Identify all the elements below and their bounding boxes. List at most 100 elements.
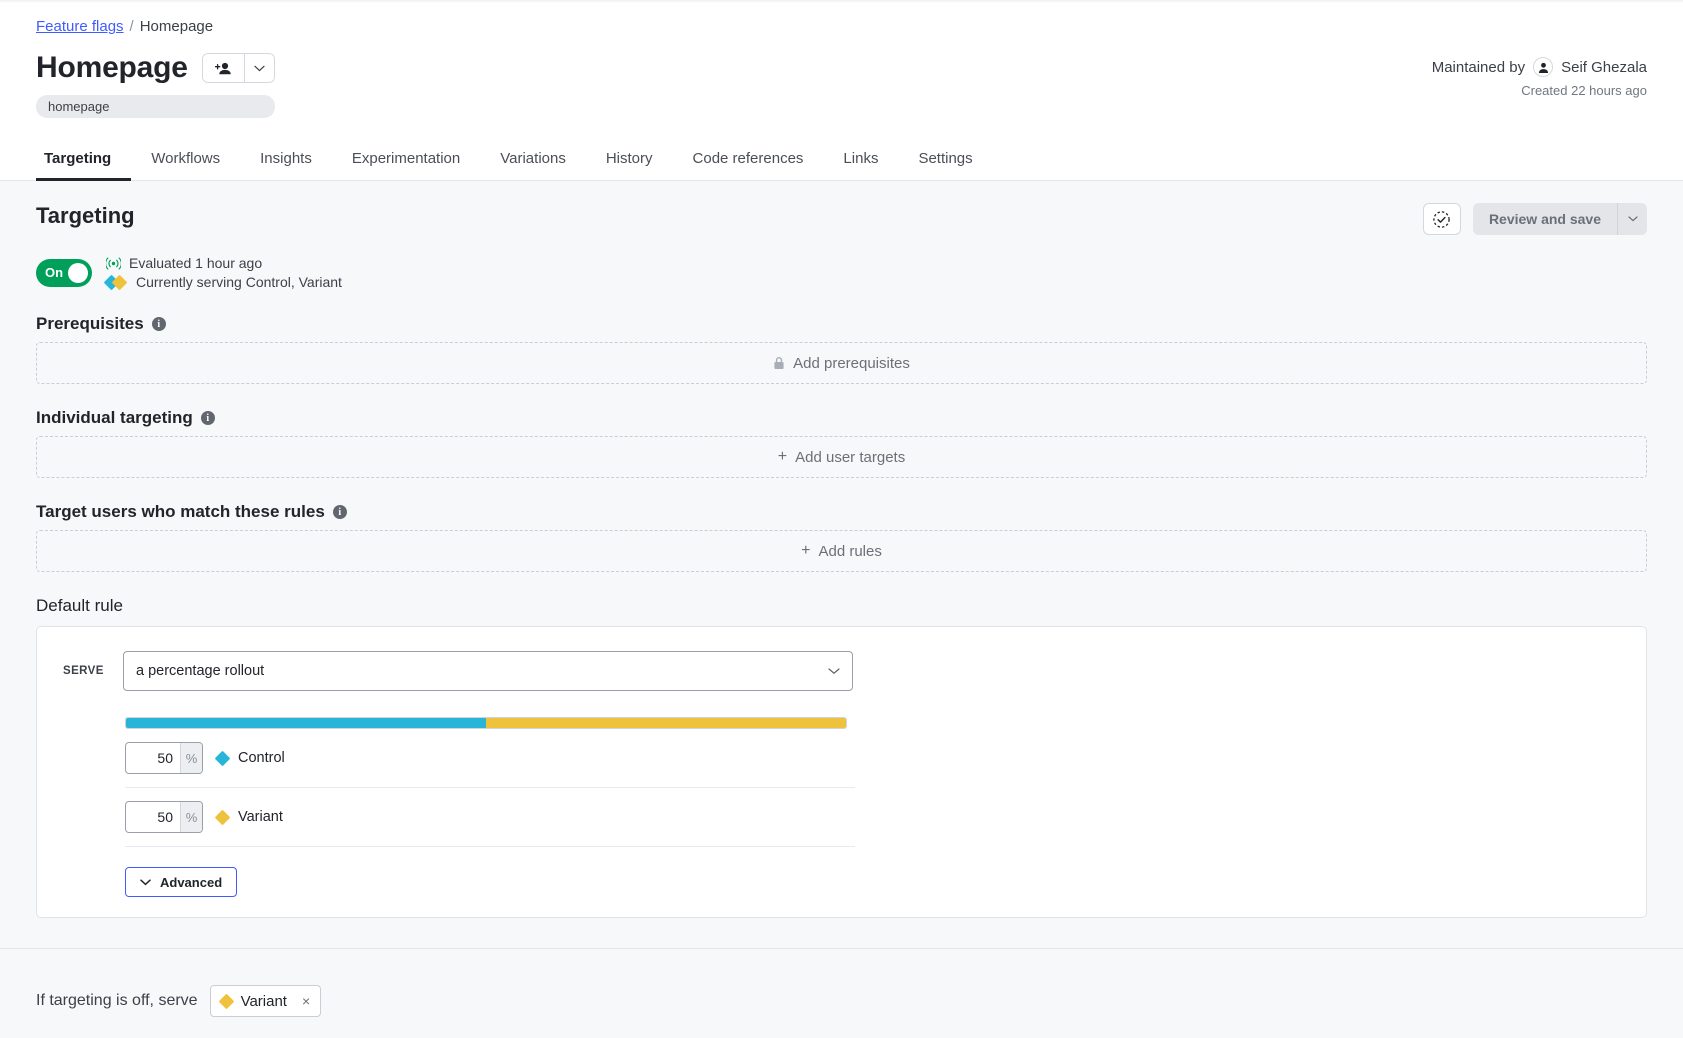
breadcrumb-link-feature-flags[interactable]: Feature flags [36, 18, 124, 35]
targeting-actions: Review and save [1422, 203, 1647, 235]
tab-insights[interactable]: Insights [240, 140, 332, 180]
control-percent-value: 50 [157, 750, 173, 766]
plus-icon: + [801, 542, 811, 559]
two-diamonds-icon [103, 274, 128, 290]
individual-targeting-label: Individual targeting [36, 408, 193, 427]
serve-type-select[interactable]: a percentage rollout [123, 651, 853, 691]
control-percent-input[interactable]: 50 % [125, 742, 203, 774]
content-divider [0, 948, 1683, 949]
add-user-targets-dropzone[interactable]: + Add user targets [36, 436, 1647, 478]
breadcrumb-separator: / [129, 18, 134, 35]
rollout-segment-variant [486, 718, 846, 728]
close-icon[interactable]: × [302, 993, 310, 1009]
add-rules-action: + Add rules [801, 542, 882, 560]
flag-toggle[interactable]: On [36, 258, 92, 287]
targeting-header-row: Targeting Review and save [36, 203, 1647, 235]
info-icon[interactable]: i [332, 505, 347, 519]
review-and-save-menu-button[interactable] [1617, 203, 1647, 235]
tab-code-references[interactable]: Code references [673, 140, 824, 180]
maintainer-name[interactable]: Seif Ghezala [1561, 59, 1647, 76]
add-prerequisites-dropzone[interactable]: Add prerequisites [36, 342, 1647, 384]
title-right: Maintained by Seif Ghezala Created 22 ho… [1432, 51, 1647, 98]
main-content: Targeting Review and save On Evaluated 1… [0, 181, 1683, 1038]
title-line: Homepage [36, 51, 275, 85]
percent-suffix: % [180, 802, 202, 832]
breadcrumb-current: Homepage [139, 18, 214, 35]
tab-targeting[interactable]: Targeting [36, 140, 132, 181]
control-variation-name: Control [238, 750, 285, 766]
flag-menu-button[interactable] [243, 54, 274, 82]
default-rule-section: Default rule SERVE a percentage rollout [36, 596, 1647, 918]
control-diamond-icon [214, 750, 231, 766]
tab-experimentation[interactable]: Experimentation [332, 140, 480, 180]
page-title: Homepage [36, 51, 188, 84]
chevron-down-icon [1627, 216, 1638, 222]
top-divider [0, 0, 1683, 3]
title-row: Homepage homepage Maintained by Seif Ghe… [36, 51, 1647, 118]
add-prerequisites-label: Add prerequisites [793, 354, 910, 372]
add-rules-dropzone[interactable]: + Add rules [36, 530, 1647, 572]
rollout-bar-wrapper [125, 717, 847, 729]
variant-percent-input[interactable]: 50 % [125, 801, 203, 833]
flag-status-row: On Evaluated 1 hour ago Currently servin… [36, 255, 1647, 290]
individual-targeting-header: Individual targeting i [36, 408, 1647, 428]
percent-suffix: % [180, 743, 202, 773]
tab-settings[interactable]: Settings [898, 140, 992, 180]
review-and-save-button[interactable]: Review and save [1472, 203, 1617, 235]
add-person-button[interactable] [202, 54, 244, 82]
flag-tag[interactable]: homepage [36, 95, 275, 118]
serving-status: Currently serving Control, Variant [103, 274, 342, 290]
add-person-icon [214, 61, 232, 76]
avatar [1533, 57, 1554, 77]
serve-row: SERVE a percentage rollout [63, 651, 1620, 691]
default-rule-card: SERVE a percentage rollout 50 % Control … [36, 626, 1647, 918]
verify-button[interactable] [1422, 203, 1461, 235]
variant-variation-name-wrapper: Variant [214, 809, 283, 825]
prerequisites-header: Prerequisites i [36, 314, 1647, 334]
rules-section: Target users who match these rules i + A… [36, 502, 1647, 572]
off-variation-label: If targeting is off, serve [36, 992, 198, 1009]
chevron-down-icon [140, 878, 151, 886]
variant-diamond-icon [214, 809, 231, 825]
rollout-row-variant: 50 % Variant [125, 788, 855, 847]
variant-diamond-icon [218, 993, 234, 1009]
serve-label: SERVE [63, 665, 104, 677]
off-variation-row: If targeting is off, serve Variant × [36, 985, 1647, 1038]
advanced-button[interactable]: Advanced [125, 867, 238, 897]
add-rules-label: Add rules [818, 542, 882, 560]
broadcast-icon [106, 256, 121, 270]
tab-variations[interactable]: Variations [480, 140, 586, 180]
rollout-bar [125, 717, 847, 729]
advanced-label: Advanced [160, 874, 223, 890]
control-variation-name-wrapper: Control [214, 750, 285, 766]
off-variation-value: Variant [240, 992, 287, 1010]
variant-variation-name: Variant [238, 809, 283, 825]
created-timestamp: Created 22 hours ago [1521, 83, 1647, 98]
tab-history[interactable]: History [586, 140, 673, 180]
default-rule-label: Default rule [36, 596, 123, 615]
breadcrumb: Feature flags / Homepage [36, 18, 1647, 35]
add-user-targets-action: + Add user targets [778, 448, 905, 466]
flag-actions-button-group [201, 53, 275, 83]
rollout-segment-control [126, 718, 486, 728]
status-lines: Evaluated 1 hour ago Currently serving C… [103, 255, 342, 290]
targeting-title: Targeting [36, 203, 135, 228]
title-left: Homepage homepage [36, 51, 275, 118]
off-variation-chip[interactable]: Variant × [209, 985, 322, 1017]
chevron-down-icon [254, 65, 265, 72]
maintainer-row: Maintained by Seif Ghezala [1432, 57, 1647, 77]
evaluated-text: Evaluated 1 hour ago [129, 255, 263, 271]
chevron-down-icon [828, 667, 840, 675]
prerequisites-section: Prerequisites i Add prerequisites [36, 314, 1647, 384]
dashed-check-circle-icon [1432, 210, 1451, 229]
rules-label: Target users who match these rules [36, 502, 325, 521]
app-page: Feature flags / Homepage Homepage homepa… [0, 0, 1683, 1038]
tab-workflows[interactable]: Workflows [131, 140, 240, 180]
add-user-targets-label: Add user targets [795, 448, 906, 466]
tab-bar: Targeting Workflows Insights Experimenta… [0, 140, 1683, 181]
info-icon[interactable]: i [200, 411, 215, 425]
plus-icon: + [777, 448, 788, 465]
rules-header: Target users who match these rules i [36, 502, 1647, 522]
info-icon[interactable]: i [151, 317, 166, 331]
tab-links[interactable]: Links [823, 140, 898, 180]
